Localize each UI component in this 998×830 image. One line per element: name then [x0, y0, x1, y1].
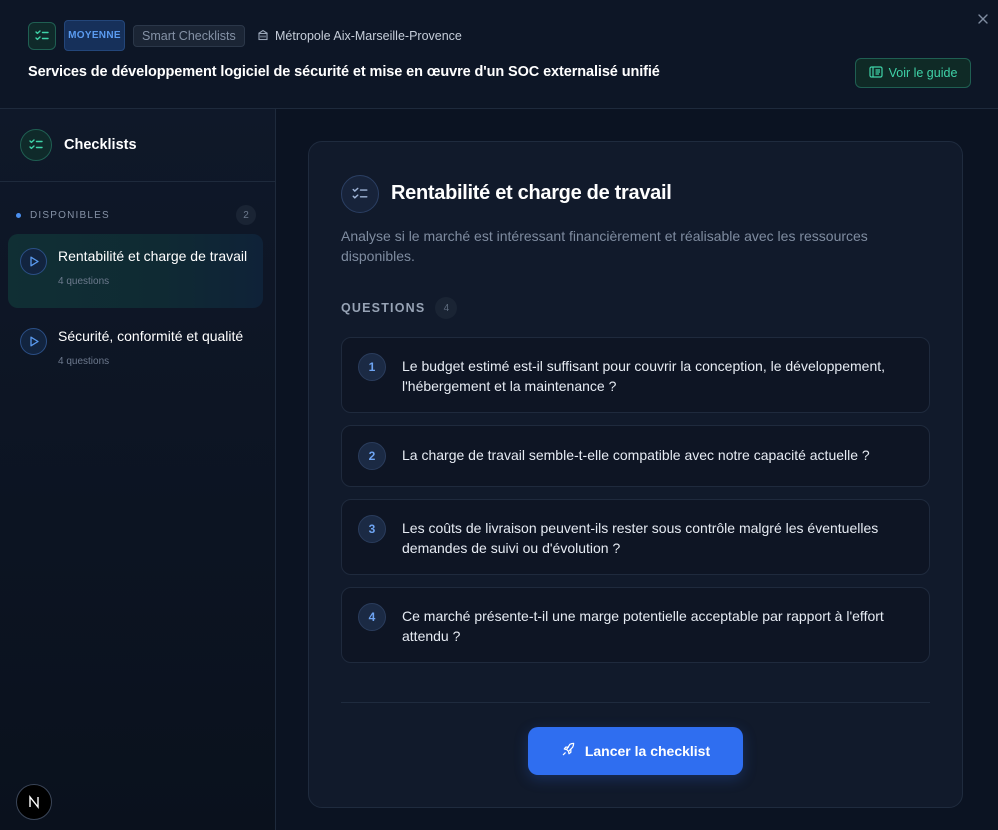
building-icon	[257, 29, 269, 44]
book-icon	[868, 65, 883, 81]
questions-label: QUESTIONS	[341, 301, 426, 315]
question-number: 3	[358, 515, 386, 543]
checklist-icon	[341, 175, 379, 213]
play-icon	[20, 328, 47, 355]
difficulty-badge: MOYENNE	[64, 20, 125, 51]
location-info: Métropole Aix-Marseille-Provence	[257, 26, 462, 46]
checklist-icon	[28, 22, 56, 50]
sidebar-title: Checklists	[64, 137, 137, 153]
question-number: 2	[358, 442, 386, 470]
view-guide-label: Voir le guide	[888, 66, 958, 80]
sidebar-item-title: Sécurité, conformité et qualité	[58, 328, 244, 344]
checklist-card: Rentabilité et charge de travail Analyse…	[308, 141, 963, 808]
location-text: Métropole Aix-Marseille-Provence	[275, 29, 462, 43]
question-text: La charge de travail semble-t-elle compa…	[402, 447, 870, 463]
question-number: 1	[358, 353, 386, 381]
view-guide-button[interactable]: Voir le guide	[855, 58, 971, 88]
sidebar-header: Checklists	[0, 109, 275, 182]
play-icon	[20, 248, 47, 275]
sidebar-item-subtitle: 4 questions	[58, 356, 110, 367]
question-item: 2 La charge de travail semble-t-elle com…	[341, 425, 930, 487]
checklist-description: Analyse si le marché est intéressant fin…	[341, 228, 868, 264]
launch-label: Lancer la checklist	[584, 743, 711, 759]
source-badge: Smart Checklists	[133, 25, 245, 47]
question-text: Ce marché présente-t-il une marge potent…	[402, 608, 884, 644]
rocket-icon	[561, 742, 576, 760]
question-text: Les coûts de livraison peuvent-ils reste…	[402, 520, 879, 556]
sidebar-item-rentabilite[interactable]: Rentabilité et charge de travail 4 quest…	[8, 234, 263, 308]
close-icon	[978, 14, 988, 24]
section-available: DISPONIBLES 2	[16, 205, 256, 225]
close-button[interactable]	[975, 11, 991, 27]
question-item: 3 Les coûts de livraison peuvent-ils res…	[341, 499, 930, 575]
header: MOYENNE Smart Checklists Métropole Aix-M…	[0, 0, 998, 109]
sidebar: Checklists DISPONIBLES 2 Rentabilité et …	[0, 109, 276, 830]
status-dot	[16, 212, 21, 218]
question-number: 4	[358, 603, 386, 631]
question-item: 1 Le budget estimé est-il suffisant pour…	[341, 337, 930, 413]
section-count: 2	[236, 205, 256, 225]
app-logo[interactable]	[16, 784, 52, 820]
section-label: DISPONIBLES	[30, 209, 110, 221]
questions-header: QUESTIONS 4	[341, 297, 458, 319]
sidebar-item-subtitle: 4 questions	[58, 276, 110, 287]
question-item: 4 Ce marché présente-t-il une marge pote…	[341, 587, 930, 663]
page-title: Services de développement logiciel de sé…	[28, 64, 660, 80]
checklist-title: Rentabilité et charge de travail	[391, 182, 672, 204]
launch-checklist-button[interactable]: Lancer la checklist	[528, 727, 743, 775]
questions-count: 4	[435, 297, 458, 319]
divider	[341, 702, 930, 703]
checklist-icon	[20, 129, 52, 161]
question-text: Le budget estimé est-il suffisant pour c…	[402, 358, 886, 394]
sidebar-item-title: Rentabilité et charge de travail	[58, 248, 248, 264]
sidebar-item-securite[interactable]: Sécurité, conformité et qualité 4 questi…	[8, 314, 263, 388]
